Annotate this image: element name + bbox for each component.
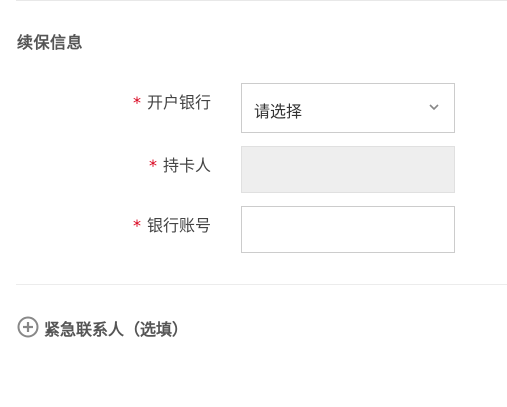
required-mark: * [132, 216, 141, 235]
bank-select-value: 请选择 [254, 102, 303, 121]
cardholder-field [241, 146, 455, 193]
top-divider [16, 0, 507, 1]
plus-circle-icon [17, 316, 39, 338]
required-mark: * [148, 156, 157, 175]
account-number-input[interactable] [241, 206, 455, 253]
account-label-text: 银行账号 [146, 216, 211, 235]
required-mark: * [132, 93, 141, 112]
section-title: 续保信息 [17, 33, 84, 52]
bank-label-text: 开户银行 [146, 93, 211, 112]
renewal-form-page: 续保信息 * 开户银行 请选择 * 持卡人 * 银行账号 紧急联系人（选填） [0, 0, 507, 407]
section-divider [16, 284, 507, 285]
cardholder-label-text: 持卡人 [162, 156, 211, 175]
bank-label: * 开户银行 [133, 89, 211, 113]
chevron-down-icon [429, 104, 439, 111]
cardholder-label: * 持卡人 [149, 152, 211, 176]
emergency-contact-label: 紧急联系人（选填） [44, 320, 189, 339]
account-label: * 银行账号 [133, 212, 211, 236]
bank-select[interactable]: 请选择 [241, 83, 455, 133]
